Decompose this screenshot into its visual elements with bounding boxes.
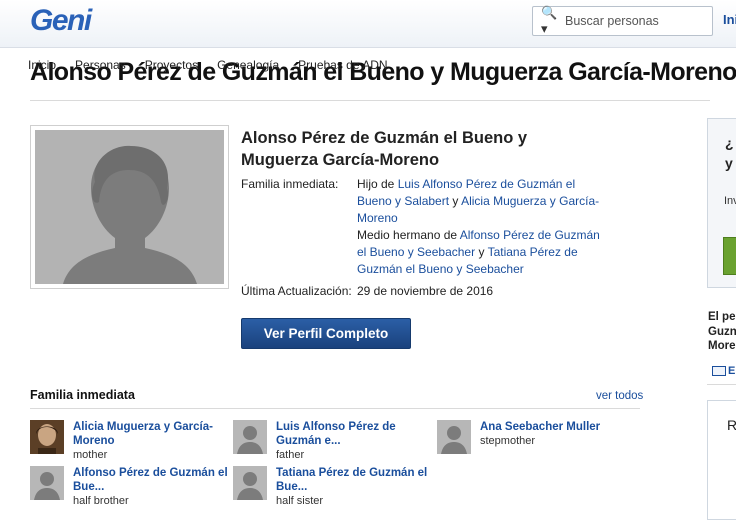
and-text: y [452,194,459,208]
updated-label: Última Actualización: [241,284,352,298]
search-box[interactable]: 🔍▾ [532,5,713,37]
silhouette-icon [35,130,224,284]
avatar[interactable] [233,466,267,500]
divider [30,408,640,409]
avatar[interactable] [437,420,471,454]
top-bar: Geni 🔍▾ Ini [0,0,736,48]
promo-button[interactable] [723,237,736,275]
search-input[interactable] [565,14,705,28]
nav-item-adn[interactable]: Pruebas de ADN [298,58,387,72]
and-text: y [478,245,485,259]
member-name[interactable]: Alicia Muguerza y García-Moreno [73,420,233,448]
member-name[interactable]: Alfonso Pérez de Guzmán el Bue... [73,466,233,494]
member-name[interactable]: Tatiana Pérez de Guzmán el Bue... [276,466,436,494]
avatar[interactable] [233,420,267,454]
member-name[interactable]: Luis Alfonso Pérez de Guzmán e... [276,420,436,448]
sidebar-promo-box: ¿ y Inv [707,118,736,288]
email-link[interactable]: E [712,365,735,377]
sidebar-text: El pe Guzn More [708,311,736,352]
son-of-prefix: Hijo de [357,177,395,191]
divider [30,100,710,101]
main-nav: Inicio Personas Proyectos Genealogía Pru… [28,58,407,72]
family-details: Hijo de Luis Alfonso Pérez de Guzmán el … [357,176,612,278]
half-brother-prefix: Medio hermano de [357,228,458,242]
updated-value: 29 de noviembre de 2016 [357,284,494,298]
profile-name: Alonso Pérez de Guzmán el Bueno y Muguer… [241,129,528,169]
sidebar-box-title: R [727,417,736,433]
promo-question: ¿ y [725,135,734,171]
member-name[interactable]: Ana Seebacher Muller [480,420,640,434]
nav-item-inicio[interactable]: Inicio [28,58,56,72]
family-section-title: Familia inmediata [30,388,135,402]
member-relation: half sister [276,495,324,507]
envelope-icon [712,366,726,377]
profile-photo[interactable] [30,125,229,289]
divider [707,384,736,385]
member-relation: half brother [73,495,129,507]
member-relation: stepmother [480,435,536,447]
nav-item-proyectos[interactable]: Proyectos [145,58,198,72]
family-label: Familia inmediata: [241,177,339,191]
top-right-link[interactable]: Ini [723,12,736,27]
promo-text: Inv [724,195,736,207]
view-full-profile-button[interactable]: Ver Perfil Completo [241,318,411,349]
nav-item-personas[interactable]: Personas [75,58,126,72]
avatar[interactable] [30,420,64,454]
sidebar-box: R [707,400,736,520]
nav-item-genealogia[interactable]: Genealogía [217,58,279,72]
avatar[interactable] [30,466,64,500]
search-icon[interactable]: 🔍▾ [541,5,561,37]
see-all-link[interactable]: ver todos [596,390,643,402]
member-relation: father [276,449,305,461]
member-relation: mother [73,449,108,461]
geni-logo[interactable]: Geni [30,4,92,38]
